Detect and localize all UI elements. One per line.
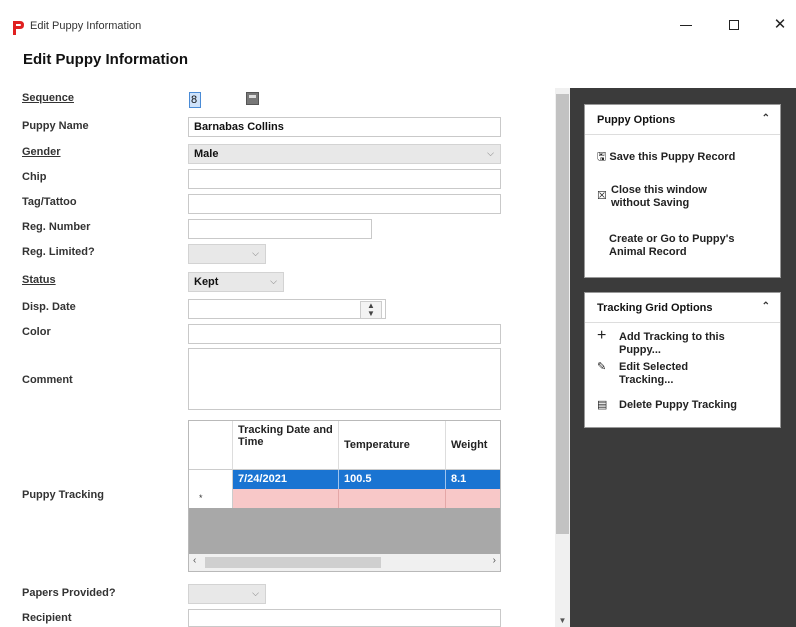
new-row[interactable]: * bbox=[189, 489, 500, 508]
minimize-button[interactable] bbox=[666, 12, 706, 38]
edit-pencil-icon: ✎ bbox=[597, 361, 607, 373]
puppy-tracking-label: Puppy Tracking bbox=[22, 489, 104, 501]
puppy-options-title-text: Puppy Options bbox=[597, 114, 676, 126]
row-header[interactable] bbox=[189, 470, 233, 489]
chevron-down-icon: ⌵ bbox=[252, 588, 259, 598]
tag-tattoo-input[interactable] bbox=[188, 194, 501, 214]
gender-value: Male bbox=[194, 148, 219, 160]
papers-provided-select[interactable]: ⌵ bbox=[188, 584, 266, 604]
add-tracking-label: Add Tracking to this Puppy... bbox=[619, 331, 725, 356]
column-header-date[interactable]: Tracking Date and Time bbox=[233, 421, 339, 470]
tracking-grid-options-card: Tracking Grid Options ⌃ + Add Tracking t… bbox=[584, 292, 781, 428]
collapse-icon[interactable]: ⌃ bbox=[762, 113, 770, 124]
close-without-saving-label: Close this window without Saving bbox=[611, 184, 707, 209]
save-puppy-record-label: Save this Puppy Record bbox=[609, 151, 736, 163]
reg-limited-label: Reg. Limited? bbox=[22, 246, 95, 258]
scroll-down-icon[interactable]: ▼ bbox=[555, 616, 570, 625]
create-animal-record-label: Create or Go to Puppy's Animal Record bbox=[609, 233, 735, 258]
new-row-marker: * bbox=[189, 489, 233, 508]
new-cell-weight[interactable] bbox=[446, 489, 500, 508]
scroll-left-icon[interactable]: ‹ bbox=[193, 555, 196, 566]
minimize-icon bbox=[680, 24, 692, 26]
create-animal-record-button[interactable]: Create or Go to Puppy's Animal Record bbox=[609, 233, 769, 259]
scrollbar-thumb[interactable] bbox=[556, 94, 569, 534]
maximize-icon bbox=[729, 20, 739, 31]
chip-label: Chip bbox=[22, 171, 47, 183]
grid-horizontal-scrollbar[interactable]: ‹ › bbox=[189, 554, 500, 571]
chevron-down-icon: ⌵ bbox=[252, 248, 259, 258]
puppy-tracking-grid[interactable]: Tracking Date and Time Temperature Weigh… bbox=[188, 420, 501, 572]
tracking-options-title-text: Tracking Grid Options bbox=[597, 302, 713, 314]
save-puppy-record-button[interactable]: 🖫 Save this Puppy Record bbox=[597, 151, 777, 164]
chevron-down-icon: ⌵ bbox=[487, 148, 494, 158]
reg-limited-select[interactable]: ⌵ bbox=[188, 244, 266, 264]
page-title: Edit Puppy Information bbox=[23, 51, 188, 68]
comment-label: Comment bbox=[22, 374, 73, 386]
close-window-icon: ☒ bbox=[597, 190, 607, 202]
reg-number-label: Reg. Number bbox=[22, 221, 91, 233]
sequence-label: Sequence bbox=[22, 92, 74, 104]
options-panel: Puppy Options ⌃ 🖫 Save this Puppy Record … bbox=[570, 88, 796, 627]
scrollbar-thumb[interactable] bbox=[205, 557, 381, 568]
tracking-options-title: Tracking Grid Options ⌃ bbox=[585, 293, 780, 323]
table-row[interactable]: 7/24/2021 100.5 8.1 bbox=[189, 470, 500, 489]
puppy-name-input[interactable]: Barnabas Collins bbox=[188, 117, 501, 137]
close-icon: ✕ bbox=[773, 16, 787, 33]
status-value: Kept bbox=[194, 276, 219, 288]
chevron-down-icon: ⌵ bbox=[270, 276, 277, 286]
save-icon: 🖫 bbox=[597, 151, 607, 163]
gender-select[interactable]: Male ⌵ bbox=[188, 144, 501, 164]
status-select[interactable]: Kept ⌵ bbox=[188, 272, 284, 292]
cell-temperature[interactable]: 100.5 bbox=[339, 470, 446, 489]
edit-tracking-label: Edit Selected Tracking... bbox=[619, 361, 689, 386]
edit-tracking-button[interactable]: ✎ Edit Selected Tracking... bbox=[597, 361, 737, 387]
delete-tracking-label: Delete Puppy Tracking bbox=[619, 399, 737, 411]
new-cell-date[interactable] bbox=[233, 489, 339, 508]
scroll-right-icon[interactable]: › bbox=[493, 555, 496, 566]
cell-date[interactable]: 7/24/2021 bbox=[233, 470, 339, 489]
puppy-name-label: Puppy Name bbox=[22, 120, 89, 132]
disp-date-label: Disp. Date bbox=[22, 301, 76, 313]
add-icon: + bbox=[597, 327, 607, 344]
date-spinner-icon[interactable]: ▲ ▼ bbox=[360, 301, 382, 319]
recipient-input[interactable] bbox=[188, 609, 501, 627]
tag-tattoo-label: Tag/Tattoo bbox=[22, 196, 77, 208]
column-header-weight[interactable]: Weight bbox=[446, 421, 500, 470]
add-tracking-button[interactable]: + Add Tracking to this Puppy... bbox=[597, 327, 767, 357]
column-header-temperature[interactable]: Temperature bbox=[339, 421, 446, 470]
grid-header: Tracking Date and Time Temperature Weigh… bbox=[189, 421, 500, 470]
app-icon bbox=[13, 21, 24, 35]
collapse-icon[interactable]: ⌃ bbox=[762, 301, 770, 312]
comment-textarea[interactable] bbox=[188, 348, 501, 410]
cell-weight[interactable]: 8.1 bbox=[446, 470, 500, 489]
color-label: Color bbox=[22, 326, 51, 338]
delete-tracking-button[interactable]: ▤ Delete Puppy Tracking bbox=[597, 399, 777, 412]
chip-input[interactable] bbox=[188, 169, 501, 189]
puppy-options-card: Puppy Options ⌃ 🖫 Save this Puppy Record … bbox=[584, 104, 781, 278]
form-vertical-scrollbar[interactable]: ▼ bbox=[555, 88, 570, 627]
color-input[interactable] bbox=[188, 324, 501, 344]
sequence-save-icon[interactable] bbox=[246, 92, 259, 105]
close-without-saving-button[interactable]: ☒ Close this window without Saving bbox=[597, 184, 747, 210]
papers-provided-label: Papers Provided? bbox=[22, 587, 116, 599]
window-title: Edit Puppy Information bbox=[30, 20, 142, 32]
gender-label: Gender bbox=[22, 146, 61, 158]
new-cell-temperature[interactable] bbox=[339, 489, 446, 508]
recipient-label: Recipient bbox=[22, 612, 72, 624]
title-bar: Edit Puppy Information ✕ bbox=[0, 0, 796, 44]
reg-number-input[interactable] bbox=[188, 219, 372, 239]
grid-corner bbox=[189, 421, 233, 470]
maximize-button[interactable] bbox=[714, 12, 754, 38]
disp-date-input[interactable] bbox=[188, 299, 386, 319]
sequence-input[interactable]: 8 bbox=[189, 92, 201, 108]
close-button[interactable]: ✕ bbox=[760, 12, 796, 38]
status-label: Status bbox=[22, 274, 56, 286]
puppy-options-title: Puppy Options ⌃ bbox=[585, 105, 780, 135]
delete-grid-icon: ▤ bbox=[597, 399, 608, 411]
